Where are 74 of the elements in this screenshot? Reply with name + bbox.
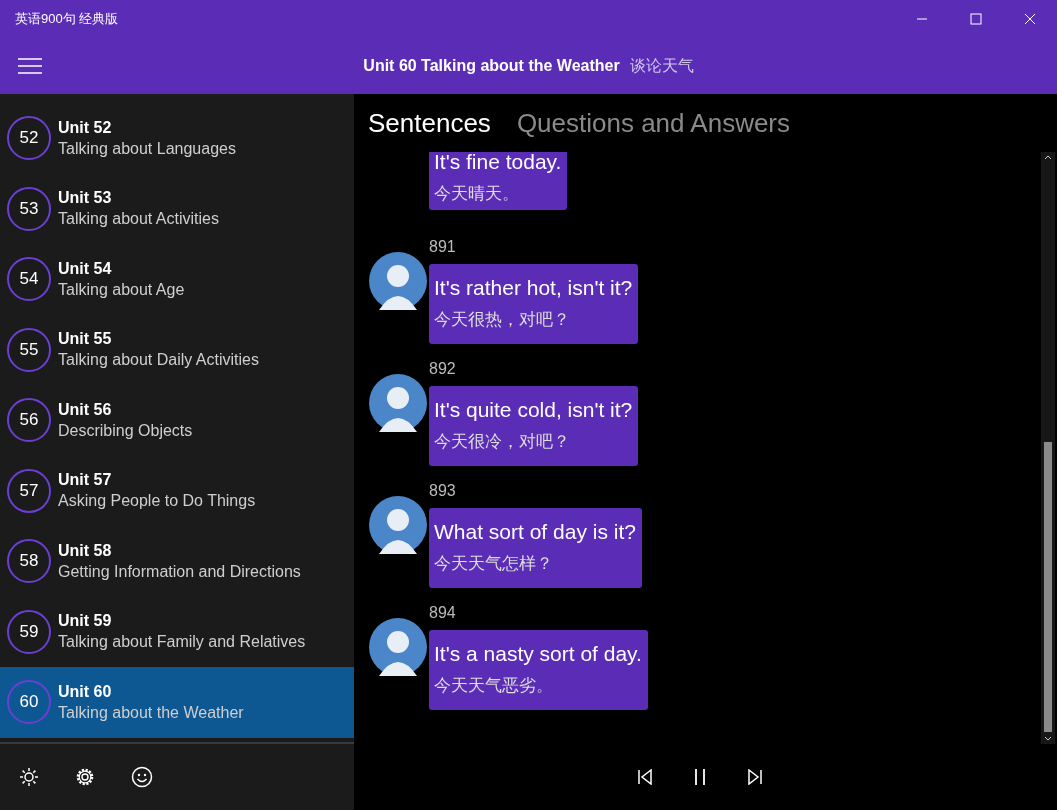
unit-label: Unit 58 [58,541,113,560]
settings-icon[interactable] [75,767,95,787]
sentence-number: 894 [429,604,457,622]
unit-list-item[interactable]: 58 Unit 58 Getting Information and Directions [0,526,354,597]
unit-label: Unit 60 [58,682,113,701]
unit-title: Unit 60 Talking about the Weather [363,56,620,75]
chinese-translation: 今天天气怎样？ [434,552,554,575]
chinese-translation: 今天天气恶劣。 [434,674,554,697]
avatar-icon [369,496,427,554]
avatar-icon [369,618,427,676]
avatar-icon [369,252,427,310]
unit-number: 57 [7,468,51,513]
english-sentence: What sort of day is it? [434,519,636,544]
chinese-translation: 今天很冷，对吧？ [434,430,571,453]
chinese-translation: 今天很热，对吧？ [434,308,571,331]
unit-topic: Talking about Activities [58,210,219,229]
unit-number: 60 [7,680,51,725]
tab[interactable]: Sentences [368,107,491,139]
sentence-number: 892 [429,360,457,378]
english-sentence: It's fine today. [434,152,562,174]
unit-list-item[interactable]: 55 Unit 55 Talking about Daily Activities [0,314,354,385]
unit-list-item[interactable]: 54 Unit 54 Talking about Age [0,244,354,315]
smiley-icon[interactable] [131,766,153,788]
unit-topic: Talking about Languages [58,139,236,158]
unit-number: 56 [7,398,51,443]
next-icon[interactable] [746,769,763,785]
unit-topic: Describing Objects [58,421,193,440]
unit-topic: Talking about Daily Activities [58,351,259,370]
maximize-icon [970,13,982,25]
unit-number: 58 [7,539,51,584]
unit-number: 59 [7,609,51,654]
unit-subtitle: 谈论天气 [629,55,694,76]
sentence-bubble[interactable]: It's a nasty sort of day. 今天天气恶劣。 [429,630,648,710]
unit-list-item[interactable]: 60 Unit 60 Talking about the Weather [0,667,354,738]
unit-number: 55 [7,327,51,372]
sentence-bubble[interactable]: It's quite cold, isn't it? 今天很冷，对吧？ [429,386,639,466]
chinese-translation: 今天晴天。 [434,182,520,205]
unit-label: Unit 54 [58,259,113,278]
unit-topic: Getting Information and Directions [58,562,301,581]
unit-topic: Talking about Family and Relatives [58,633,306,652]
previous-icon[interactable] [636,769,653,785]
sentence-number: 893 [429,482,457,500]
menu-icon[interactable] [18,58,42,74]
unit-topic: Talking about Age [58,280,185,299]
unit-list-item[interactable]: 52 Unit 52 Talking about Languages [0,103,354,174]
unit-list-item[interactable]: 59 Unit 59 Talking about Family and Relatives [0,596,354,667]
sentence-bubble[interactable]: It's fine today. 今天晴天。 [429,152,568,210]
unit-label: Unit 53 [58,189,113,208]
unit-label: Unit 57 [58,471,113,490]
unit-topic: Talking about the Weather [58,703,244,722]
sentence-bubble[interactable]: It's rather hot, isn't it? 今天很热，对吧？ [429,264,639,344]
unit-label: Unit 56 [58,400,113,419]
english-sentence: It's a nasty sort of day. [434,641,642,666]
scrollbar[interactable] [1041,152,1055,744]
tab[interactable]: Questions and Answers [516,107,791,139]
unit-list-item[interactable]: 57 Unit 57 Asking People to Do Things [0,455,354,526]
unit-topic: Asking People to Do Things [58,492,256,511]
unit-number: 52 [7,116,51,161]
brightness-icon[interactable] [19,767,39,787]
english-sentence: It's quite cold, isn't it? [434,397,633,422]
avatar-icon [369,374,427,432]
unit-list-item[interactable]: 53 Unit 53 Talking about Activities [0,173,354,244]
pause-icon[interactable] [692,768,707,786]
english-sentence: It's rather hot, isn't it? [434,275,633,300]
unit-label: Unit 55 [58,330,113,349]
unit-number: 53 [7,186,51,231]
unit-label: Unit 52 [58,118,113,137]
unit-list-item[interactable]: 56 Unit 56 Describing Objects [0,385,354,456]
close-icon [1024,13,1036,25]
unit-label: Unit 59 [58,612,113,631]
sentence-number: 891 [429,238,457,256]
sentence-bubble[interactable]: What sort of day is it? 今天天气怎样？ [429,508,642,588]
unit-number: 54 [7,257,51,302]
window-title: 英语900句 经典版 [15,10,119,28]
